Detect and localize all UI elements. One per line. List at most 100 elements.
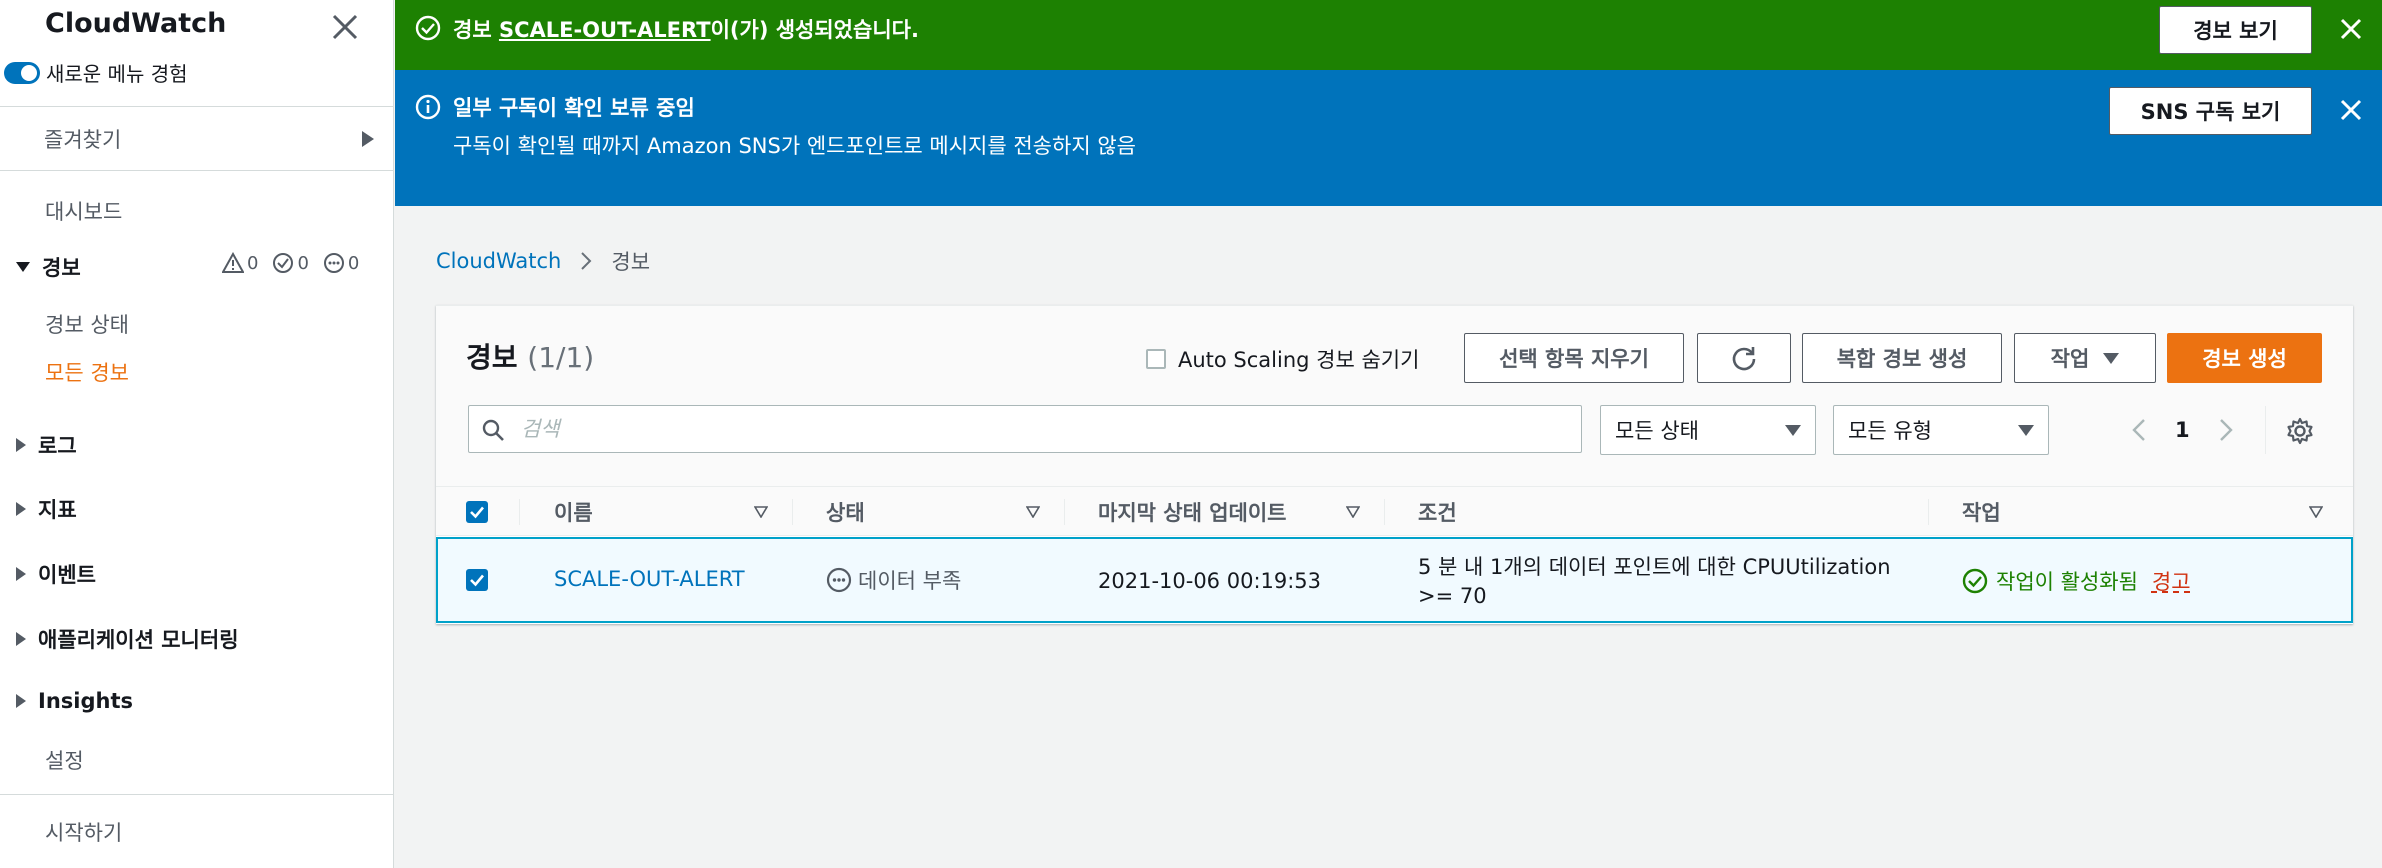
info-icon — [415, 94, 441, 120]
column-header-actions[interactable]: 작업 — [1962, 487, 2001, 537]
check-circle-icon — [415, 15, 441, 41]
caret-right-icon — [16, 632, 26, 646]
breadcrumb: CloudWatch 경보 — [436, 246, 650, 276]
alarms-panel: 경보 (1/1) Auto Scaling 경보 숨기기 선택 항목 지우기 복… — [436, 305, 2353, 624]
ellipsis-circle-icon — [826, 567, 852, 593]
side-navigation: CloudWatch 새로운 메뉴 경험 즐겨찾기 대시보드 경보 0 0 0 … — [0, 0, 394, 868]
view-alarm-button[interactable]: 경보 보기 — [2159, 6, 2312, 54]
breadcrumb-cloudwatch[interactable]: CloudWatch — [436, 249, 561, 273]
ellipsis-circle-icon — [323, 253, 344, 273]
sort-icon[interactable] — [2309, 506, 2323, 518]
pagination: 1 — [2129, 416, 2236, 444]
flash-success: 경보 SCALE-OUT-ALERT이(가) 생성되었습니다. 경보 보기 — [395, 0, 2382, 70]
sort-icon[interactable] — [1346, 506, 1360, 518]
caret-down-icon — [2018, 424, 2034, 436]
sidebar-item-all-alarms[interactable]: 모든 경보 — [45, 357, 129, 387]
check-circle-icon — [1962, 568, 1988, 594]
sidebar-group-insights[interactable]: Insights — [16, 689, 133, 713]
sidebar-item-alarm-state[interactable]: 경보 상태 — [45, 309, 129, 339]
sidebar-group-alarms[interactable]: 경보 — [16, 252, 81, 282]
close-icon[interactable] — [2337, 15, 2365, 43]
new-menu-toggle-row: 새로운 메뉴 경험 — [4, 58, 188, 87]
caret-down-icon — [16, 262, 30, 272]
refresh-icon — [1732, 347, 1756, 371]
sidebar-divider — [0, 170, 394, 171]
flash-info-message: 구독이 확인될 때까지 Amazon SNS가 엔드포인트로 메시지를 전송하지… — [453, 134, 1136, 158]
column-divider — [1928, 499, 1929, 525]
sidebar-group-application-monitoring[interactable]: 애플리케이션 모니터링 — [16, 624, 239, 654]
check-circle-icon — [273, 253, 294, 273]
check-icon — [470, 506, 484, 519]
sidebar-group-events[interactable]: 이벤트 — [16, 559, 96, 589]
table-row[interactable]: SCALE-OUT-ALERT 데이터 부족 2021-10-06 00:19:… — [436, 537, 2353, 623]
state-filter-select[interactable]: 모든 상태 — [1600, 405, 1816, 455]
caret-right-icon — [16, 694, 26, 708]
caret-down-icon — [2103, 352, 2120, 364]
sidebar-item-dashboard[interactable]: 대시보드 — [45, 196, 122, 226]
column-header-state[interactable]: 상태 — [826, 487, 865, 537]
caret-right-icon — [16, 502, 26, 516]
alarm-count-ok[interactable]: 0 — [272, 252, 309, 274]
flash-alarm-link[interactable]: SCALE-OUT-ALERT — [499, 18, 711, 42]
chevron-left-icon[interactable] — [2129, 416, 2149, 444]
select-all-checkbox[interactable] — [466, 501, 488, 523]
actions-dropdown[interactable]: 작업 — [2014, 333, 2156, 383]
current-page[interactable]: 1 — [2175, 418, 2190, 442]
row-checkbox[interactable] — [466, 569, 488, 591]
refresh-button[interactable] — [1697, 333, 1791, 383]
alarm-name-link[interactable]: SCALE-OUT-ALERT — [554, 567, 745, 591]
sidebar-item-settings[interactable]: 설정 — [45, 745, 84, 775]
close-icon[interactable] — [328, 10, 362, 44]
search-input[interactable] — [521, 417, 1581, 441]
column-divider — [1384, 499, 1385, 525]
checkbox[interactable] — [1146, 349, 1166, 369]
column-divider — [792, 499, 793, 525]
chevron-right-icon — [581, 252, 592, 270]
flash-info: 일부 구독이 확인 보류 중임 구독이 확인될 때까지 Amazon SNS가 … — [395, 70, 2382, 206]
actions-status: 작업이 활성화됨 경고 — [1962, 566, 2191, 596]
new-menu-toggle-label: 새로운 메뉴 경험 — [46, 62, 188, 86]
sort-icon[interactable] — [1026, 506, 1040, 518]
warning-icon — [222, 252, 244, 273]
sidebar-title[interactable]: CloudWatch — [45, 8, 226, 39]
sidebar-item-getting-started[interactable]: 시작하기 — [45, 817, 122, 847]
caret-right-icon — [362, 131, 374, 147]
new-menu-toggle[interactable] — [4, 61, 40, 84]
column-header-name[interactable]: 이름 — [554, 487, 593, 537]
column-divider — [1064, 499, 1065, 525]
alarm-count-insufficient[interactable]: 0 — [323, 252, 359, 274]
select-all-checkbox-cell — [466, 487, 488, 537]
actions-warning-link[interactable]: 경고 — [2152, 566, 2191, 596]
sidebar-item-favorites[interactable]: 즐겨찾기 — [44, 122, 374, 156]
alarm-condition: 5 분 내 1개의 데이터 포인트에 대한 CPUUtilization >= … — [1418, 555, 1891, 608]
view-sns-subscriptions-button[interactable]: SNS 구독 보기 — [2109, 87, 2312, 135]
create-alarm-button[interactable]: 경보 생성 — [2167, 333, 2322, 383]
sort-icon[interactable] — [754, 506, 768, 518]
caret-right-icon — [16, 438, 26, 452]
alarm-count: (1/1) — [527, 341, 595, 374]
alarms-group-label: 경보 — [42, 256, 81, 280]
gear-icon[interactable] — [2285, 416, 2315, 446]
chevron-right-icon[interactable] — [2216, 416, 2236, 444]
sidebar-divider — [0, 794, 394, 795]
search-icon — [482, 419, 504, 441]
table-header: 이름 상태 마지막 상태 업데이트 조건 작업 — [436, 486, 2353, 536]
alarm-count-in-alarm[interactable]: 0 — [222, 252, 258, 274]
type-filter-select[interactable]: 모든 유형 — [1833, 405, 2049, 455]
create-composite-alarm-button[interactable]: 복합 경보 생성 — [1802, 333, 2002, 383]
sidebar-group-logs[interactable]: 로그 — [16, 430, 77, 460]
flash-success-message: 경보 SCALE-OUT-ALERT이(가) 생성되었습니다. — [453, 18, 919, 42]
search-field[interactable] — [468, 405, 1582, 453]
sidebar-group-metrics[interactable]: 지표 — [16, 494, 77, 524]
hide-autoscaling-checkbox[interactable]: Auto Scaling 경보 숨기기 — [1146, 344, 1419, 374]
caret-down-icon — [1785, 424, 1801, 436]
page-title: 경보 (1/1) — [466, 341, 595, 374]
close-icon[interactable] — [2337, 96, 2365, 124]
caret-right-icon — [16, 567, 26, 581]
alarm-counts: 0 0 0 — [222, 252, 359, 274]
column-header-conditions[interactable]: 조건 — [1418, 487, 1457, 537]
clear-selection-button[interactable]: 선택 항목 지우기 — [1464, 333, 1684, 383]
alarm-state: 데이터 부족 — [826, 565, 961, 595]
flash-info-title: 일부 구독이 확인 보류 중임 — [453, 96, 695, 120]
column-header-last-update[interactable]: 마지막 상태 업데이트 — [1098, 487, 1287, 537]
